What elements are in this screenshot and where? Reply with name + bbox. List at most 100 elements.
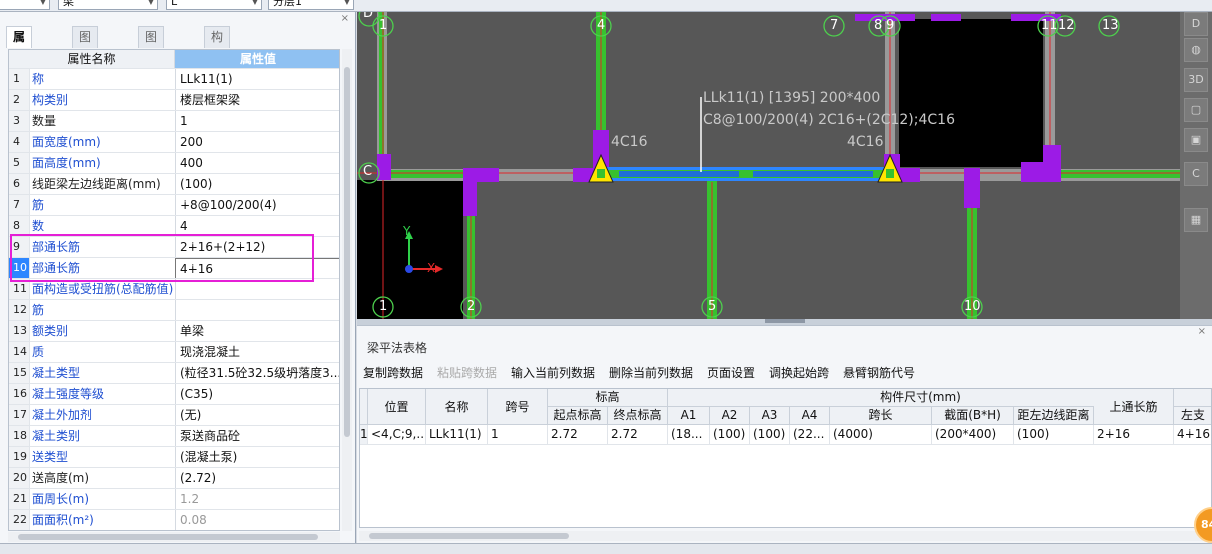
tab-2[interactable]: 图层管理: [138, 26, 165, 104]
col-header-a3[interactable]: A3: [750, 407, 790, 425]
view-3d-button[interactable]: 3D: [1184, 68, 1208, 92]
property-value[interactable]: [175, 300, 339, 321]
property-value[interactable]: 单梁: [175, 321, 339, 342]
col-header-offset[interactable]: 距左边线距离: [1014, 407, 1094, 425]
col-header-name[interactable]: 名称: [426, 389, 488, 425]
table-cell[interactable]: (200*400): [932, 425, 1014, 445]
property-row[interactable]: 21 面周长(m) 1.2: [9, 488, 339, 510]
table-cell[interactable]: (18...: [668, 425, 710, 445]
tab-0[interactable]: 属性列表: [6, 26, 33, 104]
table-cell[interactable]: (4000): [830, 425, 932, 445]
property-value[interactable]: 400: [175, 153, 339, 174]
component-name-combo[interactable]: L ▼: [166, 0, 262, 10]
property-value[interactable]: 200: [175, 132, 339, 153]
property-value[interactable]: (无): [175, 405, 339, 426]
property-row[interactable]: 6 线距梁左边线距离(mm) (100): [9, 173, 339, 195]
property-value[interactable]: (2.72): [175, 468, 339, 489]
property-value[interactable]: (粒径31.5砼32.5级坍落度3...: [175, 363, 339, 384]
scroll-thumb[interactable]: [18, 534, 318, 540]
orbit-icon[interactable]: ◍: [1184, 38, 1208, 62]
table-cell[interactable]: (100): [1014, 425, 1094, 445]
property-row[interactable]: 7 筋 ∔8@100/200(4): [9, 194, 339, 216]
property-row[interactable]: 2 构类别 楼层框架梁: [9, 89, 339, 111]
horizontal-scrollbar[interactable]: [359, 531, 1212, 541]
property-row[interactable]: 18 凝土类别 泵送商品砼: [9, 425, 339, 447]
col-header-a1[interactable]: A1: [668, 407, 710, 425]
table-toolbar-button-2[interactable]: 输入当前列数据: [511, 364, 595, 381]
col-header-top-rebar[interactable]: 上通长筋: [1094, 389, 1174, 425]
col-header-left-support[interactable]: 左支: [1174, 407, 1211, 425]
col-header-span-length[interactable]: 跨长: [830, 407, 932, 425]
close-icon[interactable]: ×: [1198, 326, 1206, 337]
tab-3[interactable]: 构件列表: [204, 26, 231, 104]
floor-combo[interactable]: 分层1 ▼: [268, 0, 354, 10]
table-cell[interactable]: 1: [488, 425, 548, 445]
close-icon[interactable]: ×: [341, 13, 349, 24]
property-value[interactable]: LLk11(1): [175, 69, 339, 90]
col-header-a4[interactable]: A4: [790, 407, 830, 425]
scroll-thumb[interactable]: [369, 533, 569, 539]
property-row[interactable]: 1 称 LLk11(1): [9, 68, 339, 90]
property-row[interactable]: 20 送高度(m) (2.72): [9, 467, 339, 489]
table-cell[interactable]: (100): [710, 425, 750, 445]
table-cell[interactable]: 4∔16: [1174, 425, 1211, 445]
property-value[interactable]: 1.2: [175, 489, 339, 510]
component-type-combo[interactable]: 梁 ▼: [58, 0, 158, 10]
property-value[interactable]: (C35): [175, 384, 339, 405]
col-header-start-elev[interactable]: 起点标高: [548, 407, 608, 425]
table-cell[interactable]: 2.72: [548, 425, 608, 445]
property-value[interactable]: (100): [175, 174, 339, 195]
property-value[interactable]: (混凝土泵): [175, 447, 339, 468]
property-value[interactable]: 0.08: [175, 510, 339, 530]
view-c-button[interactable]: C: [1184, 162, 1208, 186]
property-row[interactable]: 16 凝土强度等级 (C35): [9, 383, 339, 405]
splitter-grip[interactable]: [765, 319, 805, 323]
table-toolbar-button-3[interactable]: 删除当前列数据: [609, 364, 693, 381]
drawing-viewport[interactable]: 1 4 7 8 9 11 12 13 1 2 5 10 D C LLk11(1)…: [357, 12, 1180, 319]
property-row[interactable]: 14 质现浇混凝土: [9, 341, 339, 363]
category-combo-partial[interactable]: ▼: [0, 0, 50, 10]
col-header-section[interactable]: 截面(B*H): [932, 407, 1014, 425]
property-row[interactable]: 12 筋: [9, 299, 339, 321]
tab-1[interactable]: 图纸管理: [72, 26, 99, 104]
table-toolbar-button-1[interactable]: 粘贴跨数据: [437, 364, 497, 381]
scroll-thumb[interactable]: [344, 67, 350, 437]
property-row[interactable]: 13 额类别 单梁: [9, 320, 339, 342]
view-top-button[interactable]: D: [1184, 12, 1208, 36]
property-value[interactable]: [175, 279, 339, 300]
table-cell[interactable]: (22...: [790, 425, 830, 445]
horizontal-scrollbar[interactable]: [8, 532, 340, 542]
property-value[interactable]: ∔8@100/200(4): [175, 195, 339, 216]
col-header-position[interactable]: 位置: [368, 389, 426, 425]
table-toolbar-button-4[interactable]: 页面设置: [707, 364, 755, 381]
vertical-scrollbar[interactable]: [342, 49, 352, 531]
property-value[interactable]: 现浇混凝土: [175, 342, 339, 363]
col-header-end-elev[interactable]: 终点标高: [608, 407, 668, 425]
header-property-name[interactable]: 属性名称: [9, 50, 175, 68]
header-property-value[interactable]: 属性值: [175, 50, 339, 68]
table-cell[interactable]: (100): [750, 425, 790, 445]
property-row[interactable]: 19 送类型 (混凝土泵): [9, 446, 339, 468]
table-toolbar-button-0[interactable]: 复制跨数据: [363, 364, 423, 381]
property-row[interactable]: 8数4: [9, 215, 339, 237]
table-cell[interactable]: 2.72: [608, 425, 668, 445]
grid-settings-icon[interactable]: ▦: [1184, 208, 1208, 232]
cube-front-icon[interactable]: ▢: [1184, 98, 1208, 122]
table-toolbar-button-5[interactable]: 调换起始跨: [769, 364, 829, 381]
property-row[interactable]: 17 凝土外加剂 (无): [9, 404, 339, 426]
property-row[interactable]: 3 数量 1: [9, 110, 339, 132]
col-header-a2[interactable]: A2: [710, 407, 750, 425]
table-cell[interactable]: 2∔16: [1094, 425, 1174, 445]
table-cell[interactable]: LLk11(1): [426, 425, 488, 445]
property-row[interactable]: 22 面面积(m²) 0.08: [9, 509, 339, 530]
property-row[interactable]: 4 面宽度(mm) 200: [9, 131, 339, 153]
property-value[interactable]: 楼层框架梁: [175, 90, 339, 111]
cube-side-icon[interactable]: ▣: [1184, 128, 1208, 152]
property-value[interactable]: 泵送商品砼: [175, 426, 339, 447]
table-cell[interactable]: <4,C;9,...: [368, 425, 426, 445]
property-value[interactable]: 1: [175, 111, 339, 132]
col-header-span[interactable]: 跨号: [488, 389, 548, 425]
property-row[interactable]: 15 凝土类型 (粒径31.5砼32.5级坍落度3...: [9, 362, 339, 384]
table-toolbar-button-6[interactable]: 悬臂钢筋代号: [843, 364, 915, 381]
property-row[interactable]: 5 面高度(mm) 400: [9, 152, 339, 174]
